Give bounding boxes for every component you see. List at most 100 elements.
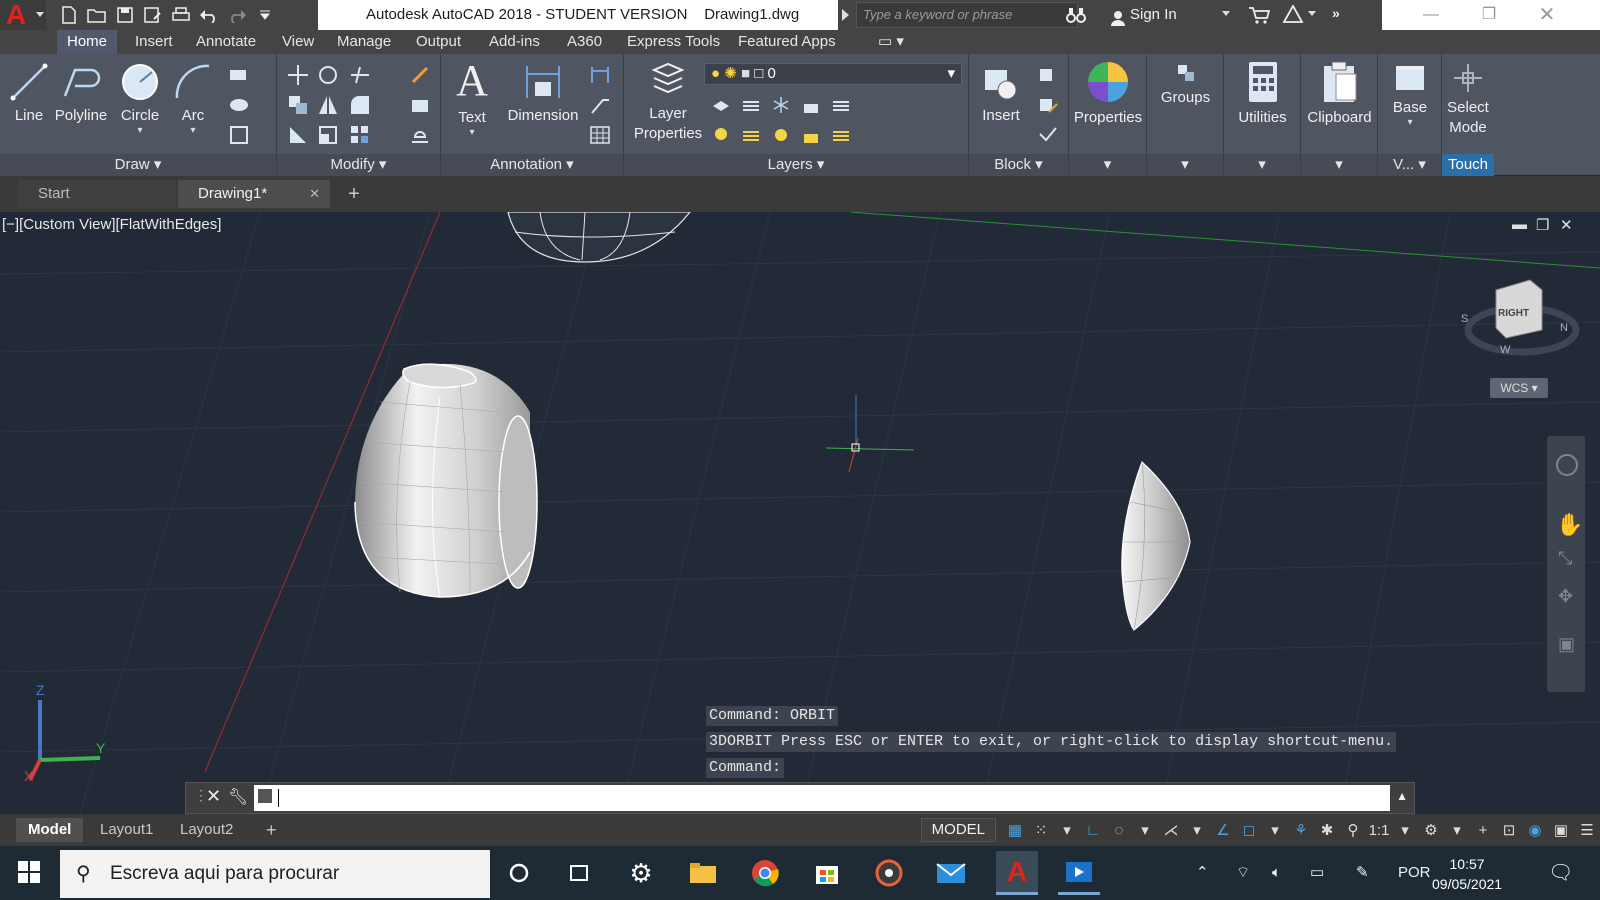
orbit-icon[interactable]: ✥ — [1558, 586, 1573, 607]
ortho-icon[interactable]: ∟ — [1080, 818, 1106, 842]
fillet-icon[interactable] — [349, 94, 371, 116]
trim-icon[interactable] — [349, 64, 371, 86]
print-icon[interactable] — [170, 4, 192, 26]
object-snap-tracking-icon[interactable]: ∠ — [1210, 818, 1236, 842]
clean-screen-icon[interactable]: ▣ — [1548, 818, 1574, 842]
workspace-gear-icon[interactable]: ⚙ — [1418, 818, 1444, 842]
task-view-icon[interactable] — [562, 856, 596, 890]
utilities-button[interactable]: Utilities — [1224, 60, 1301, 128]
table-icon[interactable] — [589, 124, 611, 146]
chevron-down-icon[interactable] — [1222, 11, 1230, 16]
sign-in-button[interactable]: Sign In — [1108, 0, 1177, 30]
layer-dropdown[interactable]: ● ✺ ■ □ 0 ▾ — [704, 63, 962, 85]
panel-draw-footer[interactable]: Draw ▾ — [0, 154, 276, 176]
tab-a360[interactable]: A360 — [557, 30, 612, 54]
viewcube-face-right[interactable]: RIGHT — [1498, 308, 1529, 319]
file-tab-drawing1[interactable]: Drawing1* ✕ — [178, 180, 330, 208]
undo-icon[interactable] — [198, 4, 220, 26]
chevron-down-icon[interactable]: ▾ — [1262, 818, 1288, 842]
text-button[interactable]: A Text ▾ — [451, 58, 493, 138]
tab-output[interactable]: Output — [406, 30, 471, 54]
redo-icon[interactable] — [226, 4, 248, 26]
autocad-taskbar-icon[interactable]: A — [996, 851, 1038, 895]
layer-thaw-icon[interactable] — [770, 124, 792, 146]
layer-walk-icon[interactable] — [830, 124, 852, 146]
array-icon[interactable] — [349, 124, 371, 146]
chevron-down-icon[interactable]: ▾ — [1184, 818, 1210, 842]
pan-hand-icon[interactable]: ✋ — [1556, 512, 1583, 538]
chevron-down-icon[interactable]: ▾ — [1054, 818, 1080, 842]
properties-button[interactable]: Properties — [1069, 60, 1147, 128]
showmotion-icon[interactable]: ▣ — [1558, 634, 1575, 655]
line-button[interactable]: Line — [8, 62, 50, 126]
keyword-search-input[interactable]: Type a keyword or phrase — [856, 2, 1078, 28]
move-icon[interactable] — [287, 64, 309, 86]
panel-layers-footer[interactable]: Layers ▾ — [624, 154, 968, 176]
system-clock[interactable]: 10:57 09/05/2021 — [1432, 854, 1502, 894]
taskbar-search-input[interactable]: ⚲ Escreva aqui para procurar — [60, 850, 490, 898]
tab-insert[interactable]: Insert — [125, 30, 183, 54]
rotate-icon[interactable] — [317, 64, 339, 86]
chevron-down-icon[interactable]: ▾ — [1392, 818, 1418, 842]
layer-lock-icon[interactable] — [800, 94, 822, 116]
tab-annotate[interactable]: Annotate — [186, 30, 266, 54]
create-block-icon[interactable] — [1037, 64, 1059, 86]
drawing-viewport[interactable]: [−][Custom View][FlatWithEdges] ▬ ❐ ✕ RI… — [0, 212, 1600, 814]
edit-attributes-icon[interactable] — [1037, 124, 1059, 146]
layer-on-icon[interactable] — [710, 124, 732, 146]
file-explorer-icon[interactable] — [686, 856, 720, 890]
base-view-button[interactable]: Base ▾ — [1378, 62, 1442, 128]
mirror-icon[interactable] — [317, 94, 339, 116]
panel-view-footer[interactable]: V... ▾ — [1378, 154, 1441, 176]
layer-off-icon[interactable] — [710, 94, 732, 116]
polar-tracking-icon[interactable]: ◌ — [1106, 818, 1132, 842]
leader-icon[interactable] — [589, 94, 611, 116]
layer-unlock-icon[interactable] — [800, 124, 822, 146]
panel-block-footer[interactable]: Block ▾ — [969, 154, 1068, 176]
new-file-icon[interactable] — [58, 4, 80, 26]
isolate-objects-icon[interactable]: ⊡ — [1496, 818, 1522, 842]
windows-start-icon[interactable] — [18, 861, 40, 888]
grid-icon[interactable]: ▦ — [1002, 818, 1028, 842]
file-tab-start[interactable]: Start — [18, 180, 176, 208]
application-menu-button[interactable]: A — [0, 0, 46, 30]
panel-groups-footer[interactable]: ▾ — [1147, 154, 1223, 176]
restore-icon[interactable]: ❐ — [1460, 0, 1518, 30]
viewport-controls-label[interactable]: [−][Custom View][FlatWithEdges] — [2, 216, 221, 233]
new-tab-button[interactable]: + — [343, 184, 365, 206]
region-icon[interactable] — [228, 124, 250, 146]
viewport-restore-icon[interactable]: ❐ — [1536, 216, 1549, 234]
circle-button[interactable]: Circle ▾ — [116, 62, 164, 136]
chevron-down-icon[interactable]: ▾ — [1444, 818, 1470, 842]
close-tab-icon[interactable]: ✕ — [309, 180, 320, 208]
wcs-dropdown[interactable]: WCS ▾ — [1490, 378, 1548, 398]
viewport-close-icon[interactable]: ✕ — [1560, 216, 1573, 234]
language-indicator[interactable]: POR — [1398, 846, 1431, 900]
panel-properties-footer[interactable]: ▾ — [1069, 154, 1146, 176]
show-hidden-icons-icon[interactable]: ⌃ — [1196, 846, 1209, 900]
customization-menu-icon[interactable]: ☰ — [1574, 818, 1600, 842]
polyline-button[interactable]: Polyline — [54, 62, 108, 126]
add-icon[interactable]: + — [1470, 818, 1496, 842]
settings-gear-icon[interactable]: ⚙ — [624, 856, 658, 890]
chevron-down-icon[interactable] — [1308, 11, 1316, 16]
video-player-icon[interactable] — [1058, 851, 1100, 895]
command-history-toggle-icon[interactable]: ▲ — [1396, 789, 1408, 803]
annotation-visibility-icon[interactable]: ⚘ — [1288, 818, 1314, 842]
stretch-icon[interactable] — [287, 124, 309, 146]
mail-icon[interactable] — [934, 856, 968, 890]
explode-icon[interactable] — [409, 94, 431, 116]
ribbon-display-toggle[interactable]: ▭ ▾ — [868, 30, 914, 54]
scale-icon[interactable] — [317, 124, 339, 146]
cortana-icon[interactable] — [502, 856, 536, 890]
more-options-icon[interactable]: » — [1332, 5, 1340, 21]
open-folder-icon[interactable] — [86, 4, 108, 26]
object-snap-icon[interactable]: ◻ — [1236, 818, 1262, 842]
new-layout-button[interactable]: + — [254, 818, 289, 842]
chrome-icon[interactable] — [748, 856, 782, 890]
zoom-extents-icon[interactable]: ⤡ — [1558, 548, 1572, 569]
layer-unisolate-icon[interactable] — [740, 124, 762, 146]
tab-featured-apps[interactable]: Featured Apps — [728, 30, 846, 54]
close-icon[interactable]: ✕ — [1518, 0, 1576, 30]
dimension-button[interactable]: Dimension — [501, 62, 585, 126]
